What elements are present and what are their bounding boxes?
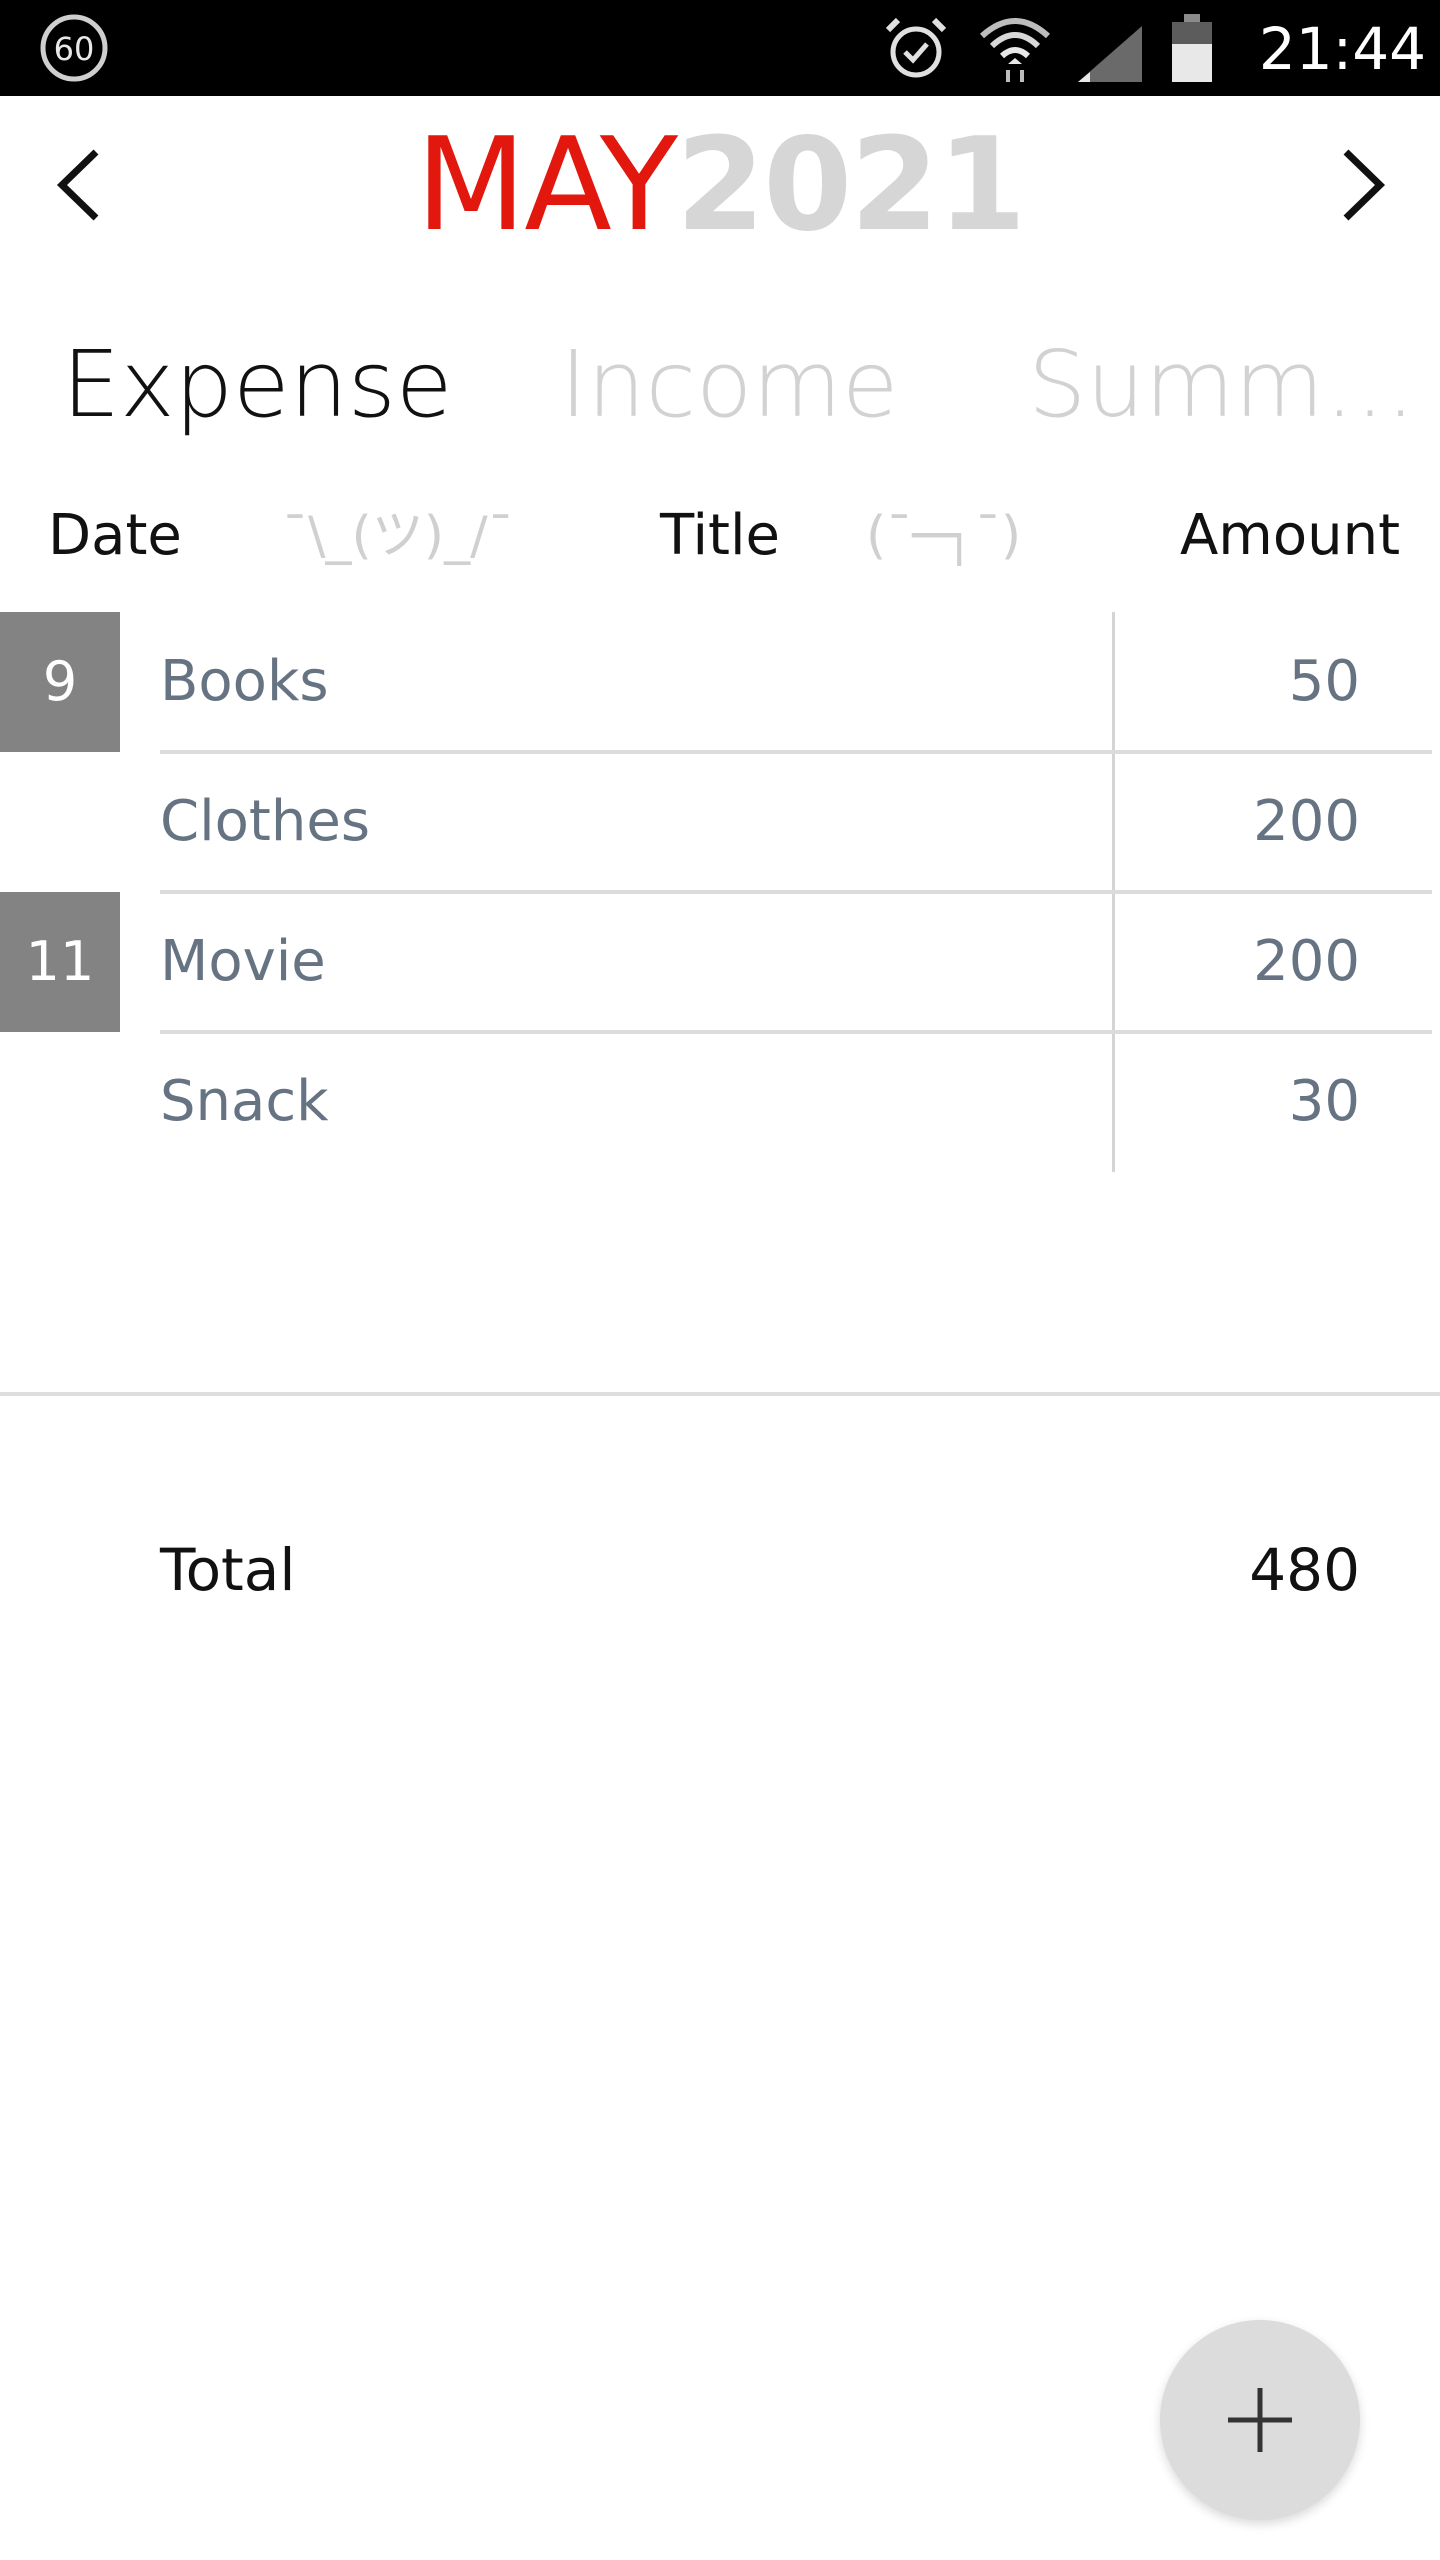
column-header-date: Date [48,503,182,568]
total-divider [0,1392,1440,1396]
total-label: Total [160,1536,296,1604]
plus-icon [1228,2388,1292,2452]
entry-amount: 50 [1288,649,1360,714]
column-decoration-face: (¯─┐¯) [866,506,1022,566]
month-title: MAY2021 [340,116,1100,256]
battery-icon [1172,14,1212,82]
fps-badge-icon: 60 [40,14,108,82]
total-value: 480 [1249,1536,1360,1604]
entry-title: Books [160,649,329,714]
entry-amount: 30 [1288,1069,1360,1134]
wifi-icon [979,18,1051,82]
entry-title: Movie [160,929,326,994]
tab-summary[interactable]: Summ… [1028,320,1408,450]
table-row[interactable]: Books 50 [160,612,1432,752]
status-bar: 60 21:44 [0,0,1440,96]
date-badge: 11 [0,892,120,1032]
month-year: 2021 [676,111,1026,260]
tab-income[interactable]: Income [560,320,960,450]
entry-title: Clothes [160,789,370,854]
date-badge: 9 [0,612,120,752]
column-header-amount: Amount [1180,503,1401,568]
chevron-right-icon[interactable] [1324,140,1396,230]
tab-expense[interactable]: Expense [62,320,502,450]
svg-text:60: 60 [54,30,95,68]
column-decoration-shrug: ¯\_(ツ)_/¯ [282,506,514,566]
table-row[interactable]: Movie 200 [160,892,1432,1032]
clock-time: 21:44 [1258,15,1426,83]
add-entry-button[interactable] [1160,2320,1360,2520]
chevron-left-icon[interactable] [46,140,118,230]
cell-signal-icon [1078,26,1142,82]
alarm-icon [885,17,947,78]
column-header-title: Title [660,503,781,568]
entry-amount: 200 [1253,929,1360,994]
table-row[interactable]: Snack 30 [160,1032,1432,1172]
entry-title: Snack [160,1069,329,1134]
table-row[interactable]: Clothes 200 [160,752,1432,892]
month-name: MAY [415,111,678,260]
entry-amount: 200 [1253,789,1360,854]
